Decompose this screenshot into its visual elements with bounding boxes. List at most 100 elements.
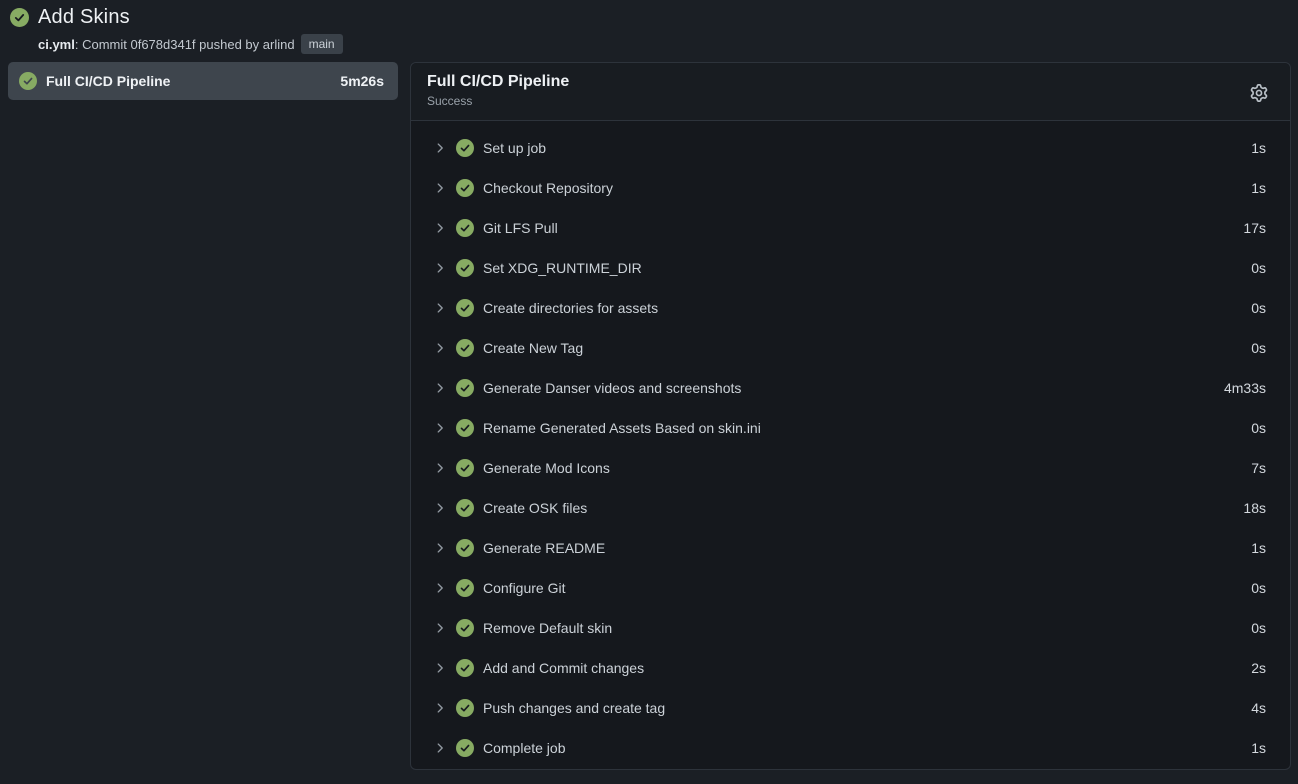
chevron-right-icon	[433, 661, 447, 675]
chevron-right-icon	[433, 581, 447, 595]
steps-list: Set up job 1s Checkout Repository 1s	[411, 121, 1290, 769]
chevron-right-icon	[433, 181, 447, 195]
check-circle-icon	[456, 739, 474, 757]
run-subtitle: ci.yml: Commit 0f678d341f pushed by arli…	[38, 34, 343, 54]
check-circle-icon	[456, 539, 474, 557]
step-row[interactable]: Remove Default skin 0s	[411, 608, 1290, 648]
step-duration: 0s	[1251, 620, 1266, 636]
step-duration: 7s	[1251, 460, 1266, 476]
job-detail-title: Full CI/CD Pipeline	[427, 73, 1274, 91]
step-duration: 0s	[1251, 260, 1266, 276]
check-circle-icon	[456, 499, 474, 517]
chevron-right-icon	[433, 741, 447, 755]
step-duration: 4m33s	[1224, 380, 1266, 396]
step-row[interactable]: Create OSK files 18s	[411, 488, 1290, 528]
sidebar-job-full-cicd-pipeline[interactable]: Full CI/CD Pipeline 5m26s	[8, 62, 398, 100]
step-row[interactable]: Add and Commit changes 2s	[411, 648, 1290, 688]
step-row[interactable]: Configure Git 0s	[411, 568, 1290, 608]
commit-hash[interactable]: 0f678d341f	[130, 37, 195, 52]
job-status-check-circle-icon	[19, 72, 37, 90]
step-row[interactable]: Create directories for assets 0s	[411, 288, 1290, 328]
step-row[interactable]: Generate README 1s	[411, 528, 1290, 568]
check-circle-icon	[456, 459, 474, 477]
check-circle-icon	[456, 139, 474, 157]
job-duration: 5m26s	[340, 73, 384, 89]
commit-suffix: pushed by arlind	[196, 37, 295, 52]
run-status-check-circle-icon	[10, 8, 29, 27]
step-name: Remove Default skin	[483, 620, 612, 636]
step-name: Generate Mod Icons	[483, 460, 610, 476]
chevron-right-icon	[433, 221, 447, 235]
step-name: Create New Tag	[483, 340, 583, 356]
step-duration: 1s	[1251, 140, 1266, 156]
run-title: Add Skins	[38, 6, 130, 29]
step-name: Set XDG_RUNTIME_DIR	[483, 260, 642, 276]
branch-badge[interactable]: main	[301, 34, 343, 54]
step-duration: 1s	[1251, 740, 1266, 756]
step-name: Rename Generated Assets Based on skin.in…	[483, 420, 761, 436]
actions-run-page: { "colors": { "page_bg": "#1b1f25", "pan…	[0, 0, 1298, 784]
check-circle-icon	[456, 179, 474, 197]
chevron-right-icon	[433, 381, 447, 395]
chevron-right-icon	[433, 141, 447, 155]
step-name: Create OSK files	[483, 500, 587, 516]
check-circle-icon	[456, 259, 474, 277]
step-name: Create directories for assets	[483, 300, 658, 316]
step-row[interactable]: Rename Generated Assets Based on skin.in…	[411, 408, 1290, 448]
gear-icon[interactable]	[1249, 83, 1269, 103]
check-circle-icon	[456, 699, 474, 717]
step-duration: 17s	[1243, 220, 1266, 236]
commit-prefix: : Commit	[75, 37, 131, 52]
step-row[interactable]: Set up job 1s	[411, 128, 1290, 168]
step-duration: 0s	[1251, 420, 1266, 436]
step-name: Git LFS Pull	[483, 220, 558, 236]
check-circle-icon	[456, 579, 474, 597]
step-duration: 0s	[1251, 340, 1266, 356]
step-duration: 4s	[1251, 700, 1266, 716]
step-duration: 0s	[1251, 580, 1266, 596]
job-label: Full CI/CD Pipeline	[46, 73, 170, 89]
step-duration: 18s	[1243, 500, 1266, 516]
step-name: Checkout Repository	[483, 180, 613, 196]
step-row[interactable]: Set XDG_RUNTIME_DIR 0s	[411, 248, 1290, 288]
chevron-right-icon	[433, 621, 447, 635]
check-circle-icon	[456, 339, 474, 357]
chevron-right-icon	[433, 261, 447, 275]
workflow-file: ci.yml	[38, 37, 75, 52]
check-circle-icon	[456, 379, 474, 397]
step-row[interactable]: Generate Mod Icons 7s	[411, 448, 1290, 488]
chevron-right-icon	[433, 701, 447, 715]
chevron-right-icon	[433, 301, 447, 315]
step-row[interactable]: Checkout Repository 1s	[411, 168, 1290, 208]
step-row[interactable]: Complete job 1s	[411, 728, 1290, 768]
step-duration: 2s	[1251, 660, 1266, 676]
step-duration: 1s	[1251, 180, 1266, 196]
chevron-right-icon	[433, 341, 447, 355]
check-circle-icon	[456, 659, 474, 677]
check-circle-icon	[456, 219, 474, 237]
step-name: Push changes and create tag	[483, 700, 665, 716]
step-name: Complete job	[483, 740, 566, 756]
chevron-right-icon	[433, 421, 447, 435]
step-row[interactable]: Create New Tag 0s	[411, 328, 1290, 368]
step-duration: 1s	[1251, 540, 1266, 556]
step-row[interactable]: Push changes and create tag 4s	[411, 688, 1290, 728]
step-duration: 0s	[1251, 300, 1266, 316]
job-status-text: Success	[427, 94, 1274, 108]
check-circle-icon	[456, 619, 474, 637]
step-name: Generate README	[483, 540, 605, 556]
step-name: Set up job	[483, 140, 546, 156]
step-name: Add and Commit changes	[483, 660, 644, 676]
chevron-right-icon	[433, 501, 447, 515]
chevron-right-icon	[433, 461, 447, 475]
check-circle-icon	[456, 419, 474, 437]
run-header: Add Skins ci.yml: Commit 0f678d341f push…	[10, 6, 343, 54]
job-detail-header: Full CI/CD Pipeline Success	[411, 63, 1290, 121]
chevron-right-icon	[433, 541, 447, 555]
step-row[interactable]: Generate Danser videos and screenshots 4…	[411, 368, 1290, 408]
step-name: Generate Danser videos and screenshots	[483, 380, 741, 396]
job-detail-panel: Full CI/CD Pipeline Success Set up job 1…	[410, 62, 1291, 770]
step-name: Configure Git	[483, 580, 565, 596]
step-row[interactable]: Git LFS Pull 17s	[411, 208, 1290, 248]
check-circle-icon	[456, 299, 474, 317]
